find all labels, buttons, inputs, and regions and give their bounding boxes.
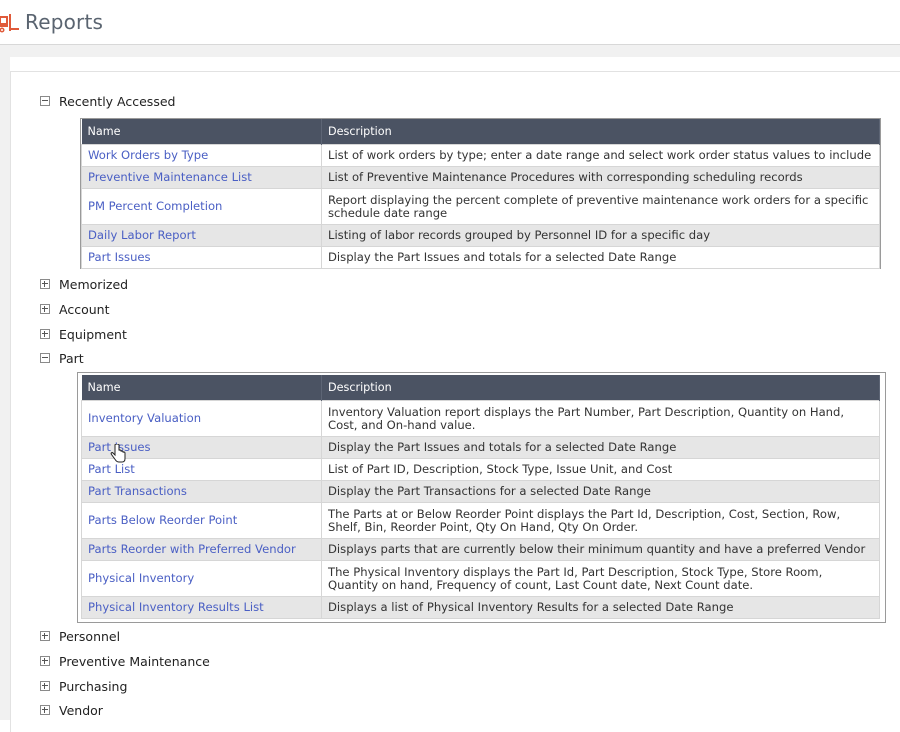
table-row[interactable]: Part List List of Part ID, Description, … [81,458,880,481]
report-description: Displays a list of Physical Inventory Re… [321,596,880,619]
report-link[interactable]: Part Transactions [81,480,322,503]
report-link[interactable]: Physical Inventory Results List [81,596,322,619]
report-link[interactable]: Inventory Valuation [81,400,322,437]
section-label: Personnel [59,628,121,644]
column-header-description[interactable]: Description [321,119,880,145]
table-header-row: Name Description [81,375,880,401]
collapse-icon[interactable] [40,353,50,363]
table-row[interactable]: Preventive Maintenance List List of Prev… [81,166,880,189]
table-row[interactable]: Part Transactions Display the Part Trans… [81,480,880,503]
column-header-name[interactable]: Name [81,119,322,145]
report-link[interactable]: Preventive Maintenance List [81,166,322,189]
forklift-icon [0,14,19,33]
report-description: Display the Part Issues and totals for a… [321,436,880,459]
table-row[interactable]: Inventory Valuation Inventory Valuation … [81,400,880,437]
table-row[interactable]: Daily Labor Report Listing of labor reco… [81,224,880,247]
table-row[interactable]: PM Percent Completion Report displaying … [81,188,880,225]
section-vendor[interactable]: Vendor [40,700,103,720]
collapse-icon[interactable] [40,96,50,106]
expand-icon[interactable] [40,279,50,289]
report-link[interactable]: Daily Labor Report [81,224,322,247]
section-label: Memorized [59,276,129,292]
report-description: List of work orders by type; enter a dat… [321,144,880,167]
table-row[interactable]: Physical Inventory Results List Displays… [81,596,880,619]
section-label: Vendor [59,702,103,718]
report-link[interactable]: PM Percent Completion [81,188,322,225]
section-recently-accessed[interactable]: Recently Accessed [40,91,175,111]
expand-icon[interactable] [40,304,50,314]
section-memorized[interactable]: Memorized [40,274,128,294]
table-row[interactable]: Physical Inventory The Physical Inventor… [81,560,880,597]
expand-icon[interactable] [40,681,50,691]
report-description: Listing of labor records grouped by Pers… [321,224,880,247]
table-row[interactable]: Parts Below Reorder Point The Parts at o… [81,502,880,539]
expand-icon[interactable] [40,631,50,641]
column-header-name[interactable]: Name [81,375,322,401]
table-row[interactable]: Parts Reorder with Preferred Vendor Disp… [81,538,880,561]
report-description: Display the Part Transactions for a sele… [321,480,880,503]
report-link[interactable]: Physical Inventory [81,560,322,597]
section-label: Recently Accessed [59,93,176,109]
expand-icon[interactable] [40,705,50,715]
table-row[interactable]: Part Issues Display the Part Issues and … [81,246,880,269]
table-row[interactable]: Work Orders by Type List of work orders … [81,144,880,167]
report-description: Report displaying the percent complete o… [321,188,880,225]
report-description: The Physical Inventory displays the Part… [321,560,880,597]
expand-icon[interactable] [40,656,50,666]
section-label: Purchasing [59,678,128,694]
section-personnel[interactable]: Personnel [40,626,120,646]
report-description: Inventory Valuation report displays the … [321,400,880,437]
table-header-row: Name Description [81,119,880,145]
report-description: List of Part ID, Description, Stock Type… [321,458,880,481]
report-description: Display the Part Issues and totals for a… [321,246,880,269]
part-reports-table: Name Description Inventory Valuation Inv… [81,375,880,619]
column-header-description[interactable]: Description [321,375,880,401]
report-description: List of Preventive Maintenance Procedure… [321,166,880,189]
page-title: Reports [25,10,104,34]
report-link[interactable]: Parts Below Reorder Point [81,502,322,539]
section-label: Preventive Maintenance [59,653,210,669]
hand-pointer-icon [110,444,126,463]
section-preventive-maintenance[interactable]: Preventive Maintenance [40,651,210,671]
page-header: Reports [0,0,900,45]
left-gutter [0,57,10,720]
section-label: Equipment [59,326,127,342]
report-link[interactable]: Parts Reorder with Preferred Vendor [81,538,322,561]
section-purchasing[interactable]: Purchasing [40,676,127,696]
report-link[interactable]: Work Orders by Type [81,144,322,167]
section-part[interactable]: Part [40,348,84,368]
report-link[interactable]: Part Issues [81,246,322,269]
section-account[interactable]: Account [40,299,109,319]
section-label: Part [59,350,84,366]
recently-accessed-table: Name Description Work Orders by Type Lis… [81,119,880,269]
section-label: Account [59,301,110,317]
table-row[interactable]: Part Issues Display the Part Issues and … [81,436,880,459]
section-equipment[interactable]: Equipment [40,324,127,344]
expand-icon[interactable] [40,329,50,339]
report-description: Displays parts that are currently below … [321,538,880,561]
report-description: The Parts at or Below Reorder Point disp… [321,502,880,539]
header-divider [0,45,900,57]
